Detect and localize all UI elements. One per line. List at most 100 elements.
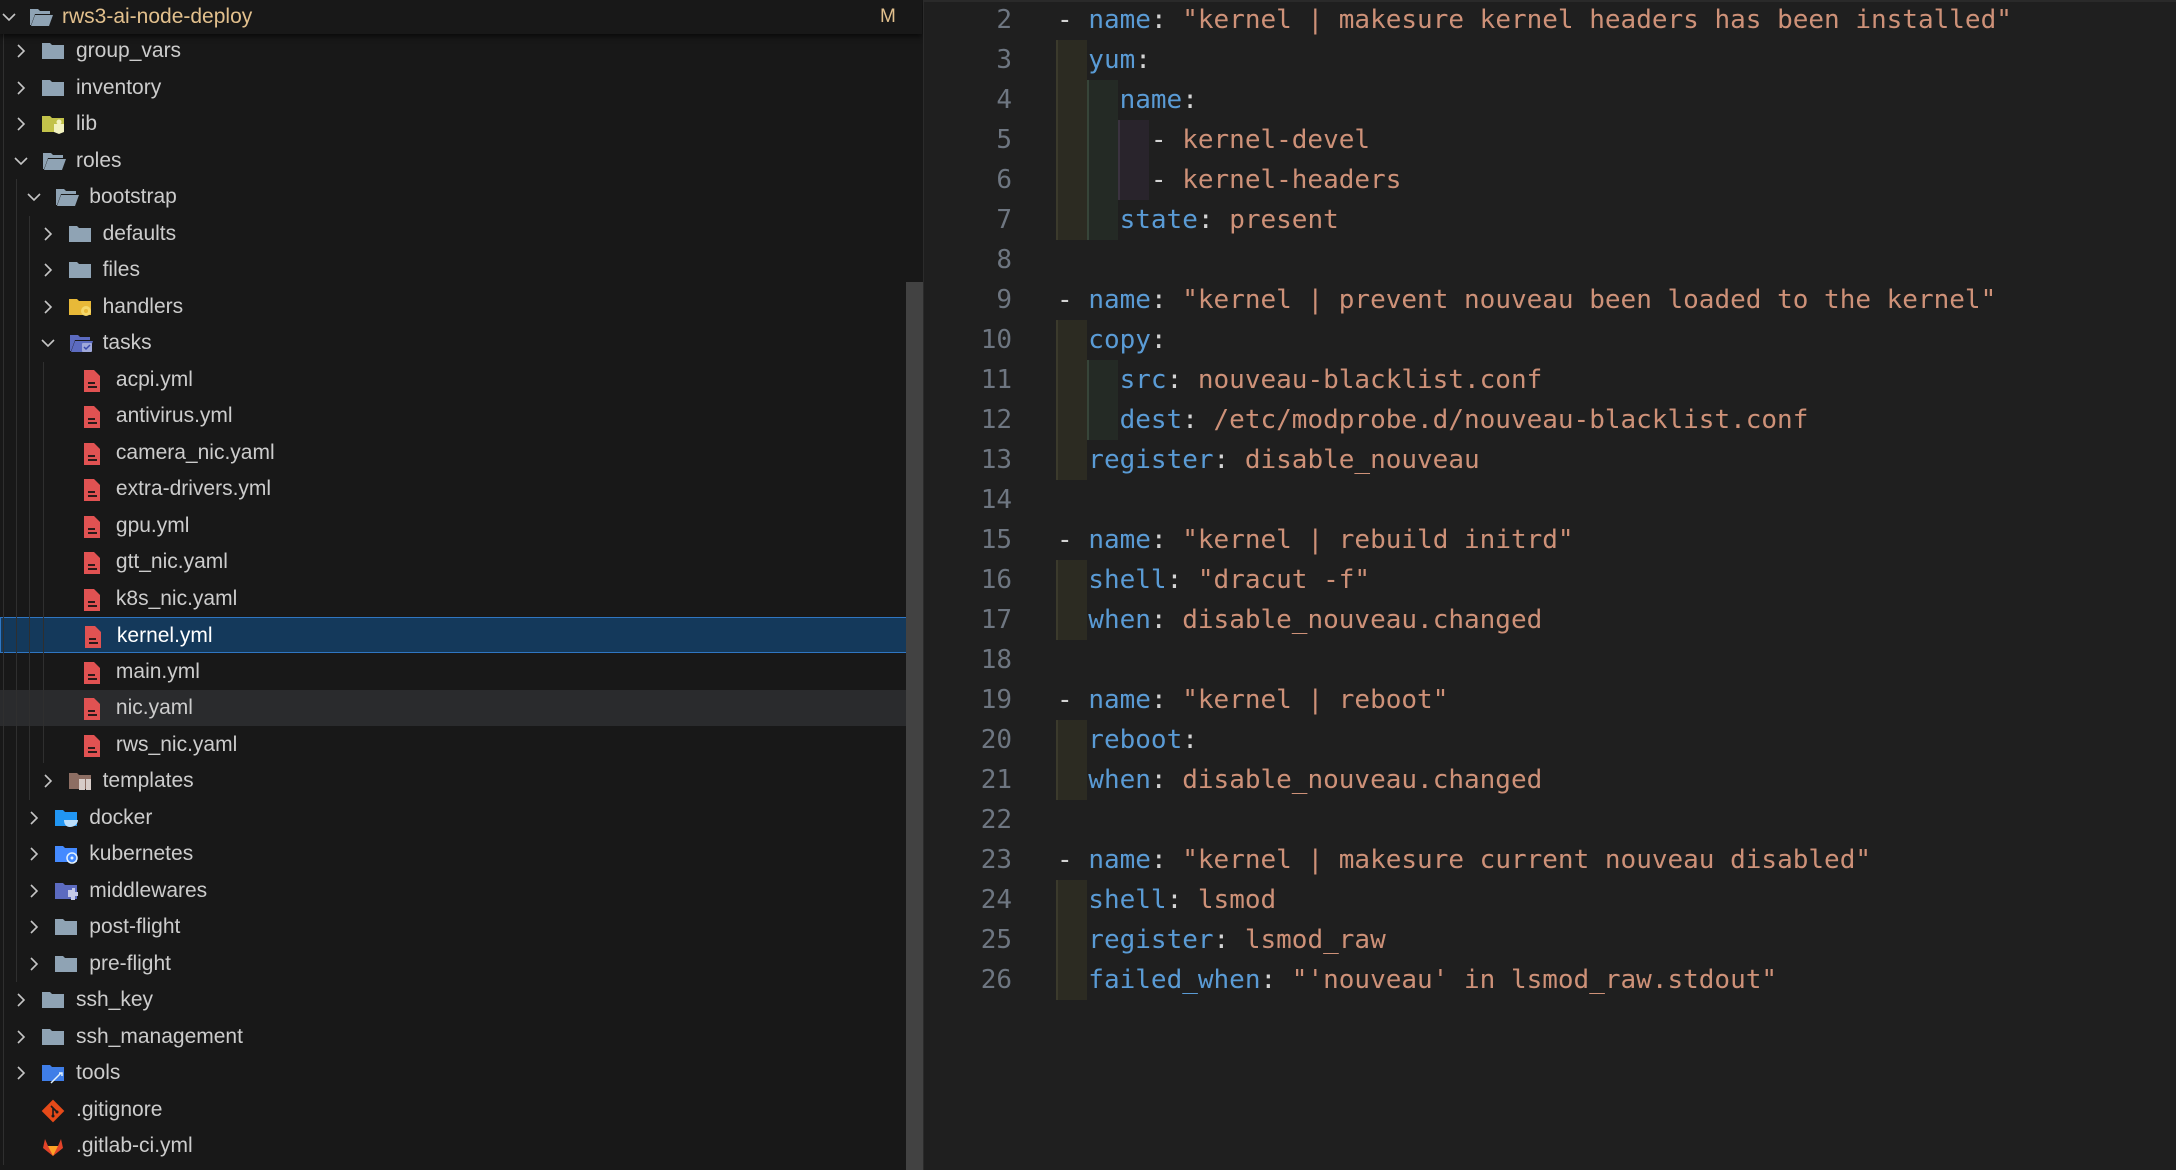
tree-item-label: defaults	[102, 221, 177, 245]
code-line[interactable]: state: present	[1120, 200, 1339, 240]
tree-indent-guide	[42, 361, 44, 763]
chevron-down-icon[interactable]	[0, 8, 18, 26]
tree-item-label: inventory	[76, 75, 162, 99]
tree-folder-ssh-key[interactable]: ssh_key	[0, 982, 922, 1018]
tree-folder-bootstrap[interactable]: bootstrap	[0, 179, 922, 215]
chevron-right-icon[interactable]	[39, 772, 57, 790]
code-line[interactable]: yum:	[1088, 40, 1151, 80]
tree-file-extra-drivers-yml[interactable]: extra-drivers.yml	[0, 471, 922, 507]
tree-file-antivirus-yml[interactable]: antivirus.yml	[0, 398, 922, 434]
tree-item-label: lib	[76, 112, 98, 135]
explorer-scrollbar[interactable]	[906, 282, 923, 1170]
chevron-right-icon[interactable]	[12, 1028, 30, 1046]
chevron-right-icon[interactable]	[25, 918, 43, 936]
code-line[interactable]: - name: "kernel | makesure current nouve…	[1057, 840, 1871, 880]
chevron-right-icon[interactable]	[25, 882, 43, 900]
chevron-right-icon[interactable]	[12, 115, 30, 133]
yaml-punctuation: :	[1150, 685, 1183, 715]
tree-folder-roles[interactable]: roles	[0, 143, 922, 179]
line-number: 21	[980, 765, 1012, 795]
code-line[interactable]: shell: "dracut -f"	[1088, 560, 1370, 600]
chevron-right-icon[interactable]	[25, 955, 43, 973]
yaml-punctuation: :	[1135, 45, 1151, 75]
tree-file-rws-nic-yaml[interactable]: rws_nic.yaml	[0, 727, 922, 763]
tree-folder-handlers[interactable]: handlers	[0, 289, 922, 325]
code-line[interactable]: shell: lsmod	[1088, 880, 1276, 920]
chevron-down-icon[interactable]	[39, 334, 57, 352]
line-number: 15	[980, 525, 1012, 555]
tree-indent-guide	[16, 179, 17, 982]
chevron-down-icon[interactable]	[25, 188, 43, 206]
line-number: 26	[980, 965, 1012, 995]
chevron-right-icon[interactable]	[12, 991, 30, 1009]
code-line[interactable]: - name: "kernel | reboot"	[1057, 680, 1448, 720]
tree-file-gpu-yml[interactable]: gpu.yml	[0, 508, 922, 544]
folder-icon	[41, 77, 65, 99]
tree-folder-inventory[interactable]: inventory	[0, 70, 922, 106]
code-line[interactable]: when: disable_nouveau.changed	[1088, 760, 1542, 800]
line-number: 14	[980, 485, 1012, 515]
explorer-root-folder[interactable]: rws3-ai-node-deploy M	[0, 0, 922, 34]
tree-folder-docker[interactable]: docker	[0, 800, 922, 836]
yaml-punctuation: :	[1150, 285, 1183, 315]
tree-folder-kubernetes[interactable]: kubernetes	[0, 836, 922, 872]
code-line[interactable]: - name: "kernel | makesure kernel header…	[1057, 0, 2012, 40]
code-line[interactable]: register: lsmod_raw	[1088, 920, 1385, 960]
tree-folder-lib[interactable]: lib	[0, 106, 922, 142]
chevron-right-icon[interactable]	[12, 1064, 30, 1082]
chevron-right-icon[interactable]	[39, 225, 57, 243]
tree-folder-group-vars[interactable]: group_vars	[0, 33, 922, 69]
chevron-right-icon[interactable]	[39, 261, 57, 279]
code-line[interactable]: when: disable_nouveau.changed	[1088, 600, 1542, 640]
chevron-right-icon[interactable]	[12, 79, 30, 97]
tree-folder-templates[interactable]: templates	[0, 763, 922, 799]
tree-file-camera-nic-yaml[interactable]: camera_nic.yaml	[0, 435, 922, 471]
code-line[interactable]: - name: "kernel | prevent nouveau been l…	[1057, 280, 1996, 320]
tree-item-label: ssh_key	[76, 988, 154, 1011]
tree-file-acpi-yml[interactable]: acpi.yml	[0, 362, 922, 398]
tree-folder-tasks[interactable]: tasks	[0, 325, 922, 361]
tree-file-k8s-nic-yaml[interactable]: k8s_nic.yaml	[0, 581, 922, 617]
code-line[interactable]: copy:	[1088, 320, 1166, 360]
tree-file-nic-yaml[interactable]: nic.yaml	[0, 690, 922, 726]
chevron-down-icon[interactable]	[12, 152, 30, 170]
code-line[interactable]: reboot:	[1088, 720, 1198, 760]
code-editor[interactable]: 2 3 4 5 6 7 8 9 10 11 12 13 14 15 16 17 18 19 20 21 22 23 24 25…	[924, 0, 2176, 1170]
indent-guide	[1056, 720, 1088, 800]
tree-folder-post-flight[interactable]: post-flight	[0, 909, 922, 945]
tree-item-label: handlers	[102, 294, 184, 318]
tree-folder-middlewares[interactable]: middlewares	[0, 873, 922, 909]
code-line[interactable]: name:	[1120, 80, 1198, 120]
code-line[interactable]: failed_when: "'nouveau' in lsmod_raw.std…	[1088, 960, 1777, 1000]
tree-item-label: gtt_nic.yaml	[115, 550, 228, 573]
indent-guide	[1086, 80, 1119, 240]
tree-folder-defaults[interactable]: defaults	[0, 216, 922, 252]
yaml-key: copy	[1088, 325, 1151, 355]
tree-item-label: camera_nic.yaml	[115, 440, 275, 464]
yaml-punctuation: :	[1260, 965, 1292, 995]
code-line[interactable]: - name: "kernel | rebuild initrd"	[1057, 520, 1574, 560]
tree-folder-files[interactable]: files	[0, 252, 922, 288]
code-line[interactable]: dest: /etc/modprobe.d/nouveau-blacklist.…	[1120, 400, 1809, 440]
tree-folder-tools[interactable]: tools	[0, 1055, 922, 1091]
chevron-right-icon[interactable]	[12, 42, 30, 60]
tree-file-kernel-yml[interactable]: kernel.yml	[0, 617, 922, 653]
chevron-right-icon[interactable]	[25, 809, 43, 827]
line-number: 12	[980, 405, 1012, 435]
code-line[interactable]: src: nouveau-blacklist.conf	[1120, 360, 1543, 400]
code-line[interactable]: - kernel-headers	[1151, 160, 1401, 200]
tree-folder-ssh-management[interactable]: ssh_management	[0, 1019, 922, 1055]
tree-file-main-yml[interactable]: main.yml	[0, 654, 922, 690]
root-folder-label: rws3-ai-node-deploy	[62, 5, 253, 28]
tree-indent-guide	[3, 33, 4, 1165]
chevron-right-icon[interactable]	[25, 845, 43, 863]
code-line[interactable]: - kernel-devel	[1151, 120, 1370, 160]
tree-file-gtt-nic-yaml[interactable]: gtt_nic.yaml	[0, 544, 922, 580]
tree-item-label: ssh_management	[76, 1024, 243, 1048]
code-line[interactable]: register: disable_nouveau	[1088, 440, 1479, 480]
tree-file--gitignore[interactable]: .gitignore	[0, 1092, 922, 1128]
tree-folder-pre-flight[interactable]: pre-flight	[0, 946, 922, 982]
chevron-right-icon[interactable]	[39, 298, 57, 316]
line-number: 6	[996, 165, 1012, 195]
tree-file--gitlab-ci-yml[interactable]: .gitlab-ci.yml	[0, 1128, 922, 1164]
